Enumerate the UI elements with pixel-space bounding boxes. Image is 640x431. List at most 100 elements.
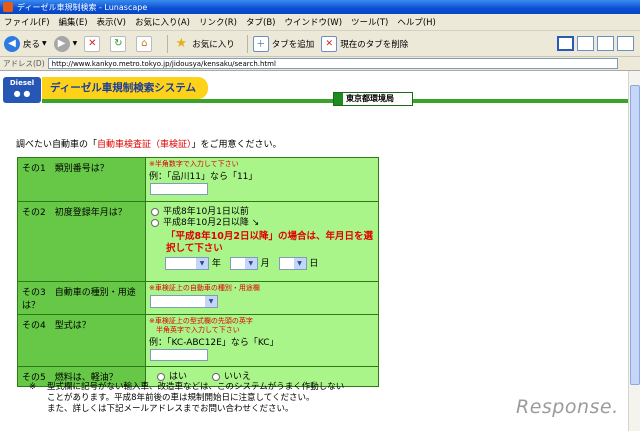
address-bar: アドレス(D) http://www.kankyo.metro.tokyo.jp… (0, 57, 640, 71)
vehicle-type-field: ※車検証上の自動車の種別・用途欄 ▼ (145, 281, 379, 315)
layout-columns-icon[interactable] (597, 36, 614, 51)
home-button[interactable]: ⌂ (136, 35, 155, 52)
type-number-example: 例：「品川11」なら「11」 (149, 172, 258, 182)
department-name: 東京都環境局 (346, 94, 394, 103)
forward-button[interactable]: ▶ ▼ (53, 35, 78, 52)
star-icon: ★ (175, 36, 188, 51)
menu-tools[interactable]: ツール(T) (351, 16, 388, 28)
logo-text: Diesel (9, 79, 35, 87)
department-label[interactable]: 東京都環境局 (333, 92, 413, 106)
footer-line-2: ことがあります。平成8年前後の車は規制開始日に注意してください。 (47, 393, 315, 403)
reload-button[interactable]: ↻ (110, 35, 129, 52)
footer-note-mark: ※ (29, 382, 37, 392)
site-title: ディーゼル車規制検索システム (42, 77, 208, 99)
favorites-label: お気に入り (192, 39, 235, 50)
year-select[interactable]: ▼ (165, 257, 209, 270)
window-title: ディーゼル車規制検索 - Lunascape (17, 2, 148, 12)
layout-grid-icon[interactable] (617, 36, 634, 51)
favorites-button[interactable]: ★ お気に入り (173, 36, 235, 52)
type-number-note: ※半角数字で入力して下さい (149, 160, 239, 168)
after-date-option: 平成8年10月2日以降 ↘ (163, 218, 260, 228)
before-date-option: 平成8年10月1日以前 (163, 207, 249, 217)
fuel-yes-radio[interactable] (157, 372, 165, 381)
url-input[interactable]: http://www.kankyo.metro.tokyo.jp/jidousy… (47, 58, 618, 69)
vehicle-type-label: その3 自動車の種別・用途は？ (17, 281, 146, 315)
year-unit: 年 (211, 259, 221, 269)
vehicle-type-select[interactable]: ▼ (150, 295, 218, 308)
fuel-yes-label: はい (169, 372, 188, 382)
registration-date-field: 平成8年10月1日以前 平成8年10月2日以降 ↘ 「平成8年10月2日以降」の… (145, 201, 379, 282)
before-date-radio[interactable] (151, 207, 159, 216)
model-input[interactable] (150, 349, 208, 361)
back-button[interactable]: ◀ 戻る ▼ (4, 35, 47, 52)
close-tab-button[interactable]: ✕ 現在のタブを削除 (321, 35, 408, 52)
layout-switcher (554, 36, 634, 51)
vehicle-type-note: ※車検証上の自動車の種別・用途欄 (149, 284, 260, 292)
chevron-down-icon: ▼ (196, 258, 208, 269)
bus-wheels-icon: ● ● (13, 89, 31, 98)
form-row-registration-date: その2 初度登録年月は？ 平成8年10月1日以前 平成8年10月2日以降 ↘ 「… (17, 201, 379, 282)
month-select[interactable]: ▼ (229, 257, 258, 270)
back-arrow-icon: ◀ (4, 35, 20, 52)
stop-icon: ✕ (84, 35, 101, 52)
month-unit: 月 (260, 259, 270, 269)
new-tab-icon: ＋ (252, 35, 269, 52)
toolbar-divider (167, 34, 169, 53)
forward-arrow-icon: ▶ (53, 35, 70, 52)
after-date-radio[interactable] (151, 218, 159, 227)
back-label: 戻る (23, 39, 41, 50)
chevron-down-icon: ▼ (205, 296, 217, 307)
menu-view[interactable]: 表示(V) (97, 16, 126, 28)
menu-edit[interactable]: 編集(E) (59, 16, 88, 28)
footer-note: ※ 型式欄に記号がない輸入車、改造車などは、このシステムがうまく作動しない こと… (29, 382, 375, 415)
home-icon: ⌂ (136, 35, 153, 52)
model-field: ※車検証上の型式欄の先頭の英字 半角英字で入力して下さい 例：「KC-ABC12… (145, 314, 379, 367)
browser-toolbar: ◀ 戻る ▼ ▶ ▼ ✕ ↻ ⌂ ★ お気に入り ＋ タブを追加 ✕ 現在のタブ… (0, 31, 640, 57)
type-number-label: その1 類別番号は？ (17, 157, 146, 202)
reload-icon: ↻ (110, 35, 127, 52)
site-header: Diesel ● ● ディーゼル車規制検索システム 東京都環境局 (0, 73, 628, 106)
intro-highlight: 自動車検査証（車検証） (97, 140, 192, 150)
menu-help[interactable]: ヘルプ(H) (397, 16, 436, 28)
footer-line-1: 型式欄に記号がない輸入車、改造車などは、このシステムがうまく作動しない (47, 382, 345, 392)
fuel-no-label: いいえ (223, 372, 251, 382)
model-example: 例：「KC-ABC12E」なら「KC」 (149, 338, 279, 348)
form-row-vehicle-type: その3 自動車の種別・用途は？ ※車検証上の自動車の種別・用途欄 ▼ (17, 281, 379, 315)
diesel-bus-logo: Diesel ● ● (3, 77, 41, 103)
day-unit: 日 (309, 259, 319, 269)
add-tab-button[interactable]: ＋ タブを追加 (252, 35, 315, 52)
department-flag-icon (334, 93, 343, 105)
chevron-down-icon: ▼ (244, 258, 257, 269)
type-number-field: ※半角数字で入力して下さい 例：「品川11」なら「11」 (145, 157, 379, 202)
type-number-input[interactable] (150, 183, 208, 195)
menu-file[interactable]: ファイル(F) (4, 16, 50, 28)
scrollbar-thumb[interactable] (630, 85, 640, 385)
model-note-1: ※車検証上の型式欄の先頭の英字 (149, 317, 253, 325)
stop-button[interactable]: ✕ (84, 35, 103, 52)
registration-date-label: その2 初度登録年月は？ (17, 201, 146, 282)
intro-text: 調べたい自動車の「自動車検査証（車検証）」をご用意ください。 (16, 137, 282, 150)
menu-window[interactable]: ウインドウ(W) (284, 16, 342, 28)
response-watermark: Response. (516, 396, 619, 418)
intro-suffix: 」をご用意ください。 (191, 140, 282, 150)
back-dropdown-icon[interactable]: ▼ (42, 40, 47, 47)
model-label: その4 型式は？ (17, 314, 146, 367)
vertical-scrollbar[interactable] (628, 71, 640, 431)
layout-single-icon[interactable] (557, 36, 574, 51)
menu-favorites[interactable]: お気に入り(A) (135, 16, 190, 28)
model-note-2: 半角英字で入力して下さい (149, 326, 240, 334)
layout-split-icon[interactable] (577, 36, 594, 51)
close-tab-icon: ✕ (321, 35, 338, 52)
lunascape-app-icon (3, 2, 13, 12)
day-select[interactable]: ▼ (278, 257, 307, 270)
address-label: アドレス(D) (3, 59, 45, 68)
add-tab-label: タブを追加 (271, 39, 315, 50)
forward-dropdown-icon[interactable]: ▼ (73, 40, 78, 47)
toolbar-divider (246, 34, 248, 53)
menu-bar: ファイル(F) 編集(E) 表示(V) お気に入り(A) リンク(R) タブ(B… (0, 14, 640, 31)
menu-tabs[interactable]: タブ(B) (246, 16, 275, 28)
menu-links[interactable]: リンク(R) (199, 16, 237, 28)
date-select-note: 「平成8年10月2日以降」の場合は、年月日を選択して下さい (166, 231, 373, 254)
form-row-type-number: その1 類別番号は？ ※半角数字で入力して下さい 例：「品川11」なら「11」 (17, 157, 379, 202)
fuel-no-radio[interactable] (211, 372, 220, 381)
